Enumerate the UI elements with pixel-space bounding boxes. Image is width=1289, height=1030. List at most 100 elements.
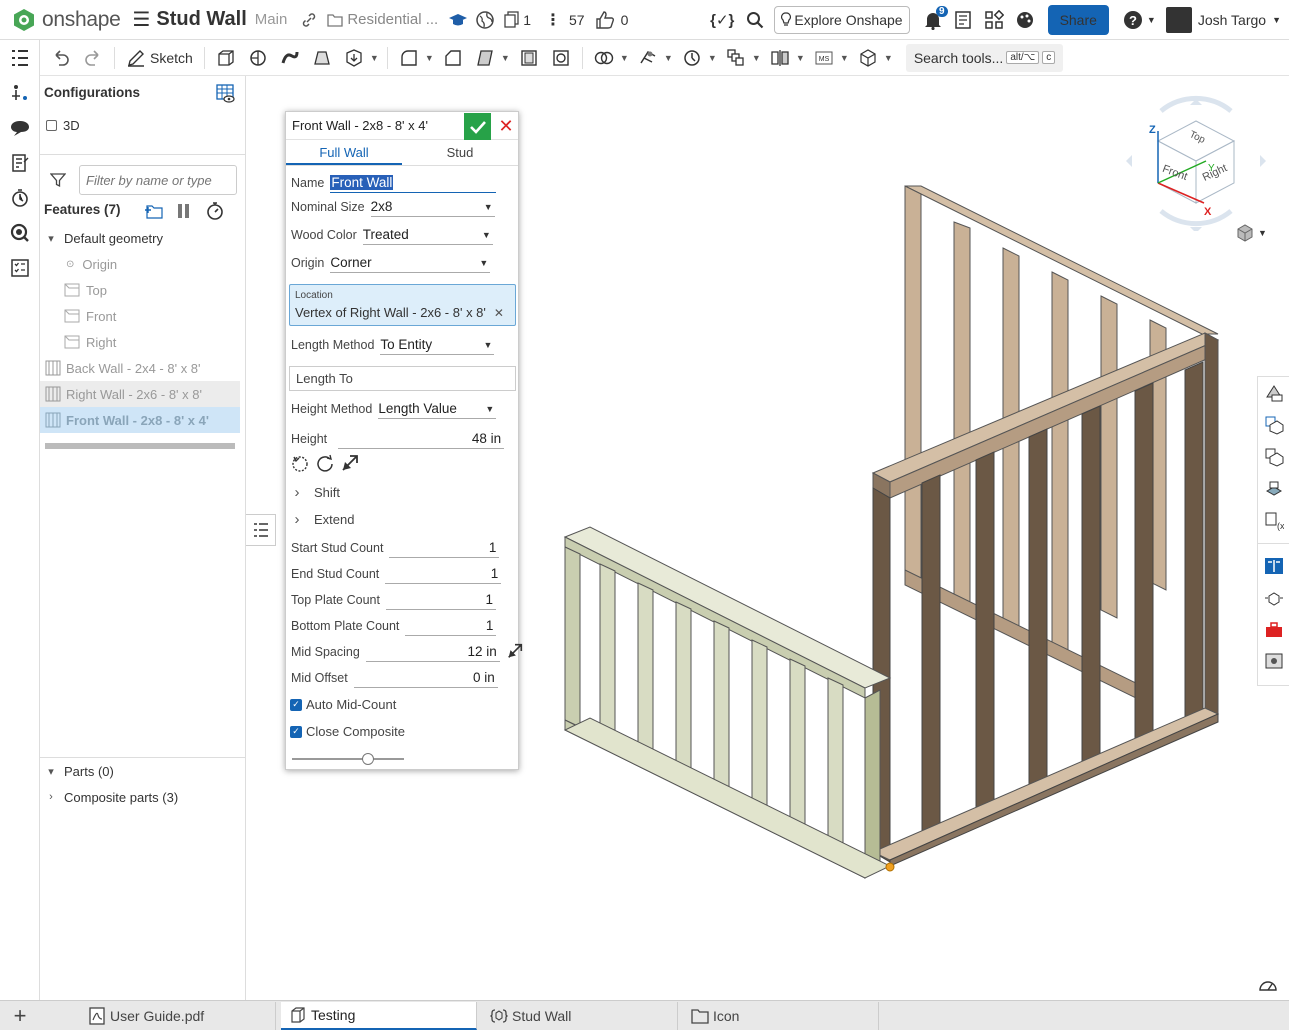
plane-top-item[interactable]: Top: [64, 277, 245, 303]
history-icon[interactable]: [0, 180, 40, 215]
end-stud-count-input[interactable]: 1: [385, 564, 502, 584]
chevron-down-icon[interactable]: ▼: [425, 53, 434, 63]
versions-button[interactable]: 1: [504, 10, 531, 29]
search-model-icon[interactable]: [0, 215, 40, 250]
redo-icon[interactable]: [82, 47, 104, 69]
variables-icon[interactable]: [0, 75, 40, 110]
app-switcher-icon[interactable]: [984, 9, 1004, 30]
tasks-icon[interactable]: [954, 10, 972, 29]
wood-color-select[interactable]: Treated ▼: [362, 225, 493, 245]
mid-spacing-input[interactable]: 12 in: [365, 642, 500, 662]
notifications-button[interactable]: 9: [924, 5, 948, 30]
chevron-down-icon[interactable]: ▼: [370, 53, 379, 63]
boolean-icon[interactable]: [593, 47, 615, 69]
default-geometry-folder[interactable]: ▾ Default geometry: [40, 225, 245, 251]
origin-select[interactable]: Corner ▼: [330, 253, 491, 273]
tab-user-guide[interactable]: User Guide.pdf: [80, 1001, 276, 1030]
explode-panel-icon[interactable]: [1258, 582, 1289, 614]
transform-icon[interactable]: [681, 47, 703, 69]
feature-back-wall[interactable]: Back Wall - 2x4 - 8' x 8': [40, 355, 240, 381]
remove-selection-icon[interactable]: ✕: [494, 306, 504, 320]
auto-mid-count-checkbox[interactable]: ✓: [290, 698, 302, 711]
comments-icon[interactable]: [0, 110, 40, 145]
shift-section[interactable]: › Shift: [290, 484, 341, 501]
shell-icon[interactable]: [518, 47, 540, 69]
front-wall-model[interactable]: [563, 526, 892, 880]
education-icon[interactable]: [448, 12, 468, 28]
feature-list-icon[interactable]: [0, 40, 40, 75]
onshape-logo[interactable]: onshape: [12, 8, 121, 32]
view-options-button[interactable]: ▼: [1236, 224, 1267, 242]
tab-stud-wall[interactable]: Stud Wall: [482, 1001, 678, 1030]
accept-button[interactable]: [464, 113, 491, 140]
chevron-down-icon[interactable]: ▼: [708, 53, 717, 63]
rollback-bar-icon[interactable]: [177, 203, 191, 222]
close-composite-checkbox[interactable]: ✓: [290, 725, 302, 738]
length-method-select[interactable]: To Entity ▼: [380, 335, 495, 355]
extend-section[interactable]: › Extend: [290, 511, 355, 528]
feature-count-button[interactable]: ⋮ 57: [545, 10, 585, 30]
rollback-bar[interactable]: [45, 443, 235, 449]
plane-right-item[interactable]: Right: [64, 329, 245, 355]
revolve-icon[interactable]: [247, 47, 269, 69]
selected-vertex[interactable]: [885, 862, 895, 872]
configuration-table-icon[interactable]: [216, 84, 236, 107]
mate-connector-icon[interactable]: MS: [813, 47, 835, 69]
globe-icon[interactable]: [476, 10, 494, 29]
parts-folder[interactable]: ▾ Parts (0): [40, 758, 245, 784]
fillet-icon[interactable]: [398, 47, 420, 69]
chevron-down-icon[interactable]: ▼: [752, 53, 761, 63]
name-input[interactable]: Front Wall: [330, 173, 497, 193]
app-store-icon[interactable]: {✓}: [710, 11, 734, 29]
render-studio-icon[interactable]: [1258, 646, 1289, 678]
help-button[interactable]: ? ▼: [1123, 10, 1156, 30]
top-plate-count-input[interactable]: 1: [385, 590, 496, 610]
rotate-left-icon[interactable]: [290, 453, 310, 476]
thicken-icon[interactable]: [343, 47, 365, 69]
view-cube[interactable]: Z X Y Top Front Right: [1126, 91, 1266, 233]
like-button[interactable]: 0: [595, 10, 628, 29]
undo-icon[interactable]: [50, 47, 72, 69]
start-stud-count-input[interactable]: 1: [389, 538, 500, 558]
appearance-panel-icon[interactable]: [1258, 377, 1289, 409]
notes-icon[interactable]: [0, 145, 40, 180]
link-icon[interactable]: [301, 12, 317, 28]
chevron-down-icon[interactable]: ▼: [840, 53, 849, 63]
slider[interactable]: [292, 753, 404, 765]
plane-tool-icon[interactable]: [857, 47, 879, 69]
mirror-icon[interactable]: [769, 47, 791, 69]
sweep-icon[interactable]: [279, 47, 301, 69]
measure-panel-icon[interactable]: [1258, 473, 1289, 505]
search-icon[interactable]: [746, 11, 764, 29]
bottom-plate-count-input[interactable]: 1: [405, 616, 497, 636]
extrude-icon[interactable]: [215, 47, 237, 69]
checklist-icon[interactable]: [0, 250, 40, 285]
add-tab-button[interactable]: +: [0, 1002, 40, 1030]
palette-icon[interactable]: [1016, 11, 1034, 29]
composite-parts-folder[interactable]: › Composite parts (3): [40, 784, 245, 810]
variable-table-icon[interactable]: (x): [1258, 505, 1289, 537]
rotate-right-icon[interactable]: [315, 453, 335, 476]
split-icon[interactable]: [637, 47, 659, 69]
plane-front-item[interactable]: Front: [64, 303, 245, 329]
tab-stud[interactable]: Stud: [402, 140, 518, 165]
feature-right-wall[interactable]: Right Wall - 2x6 - 8' x 8': [40, 381, 240, 407]
configurations-header[interactable]: Configurations: [40, 76, 245, 108]
feature-list-toggle[interactable]: [246, 514, 276, 546]
tab-testing[interactable]: Testing: [281, 1001, 477, 1030]
loft-icon[interactable]: [311, 47, 333, 69]
menu-icon[interactable]: ☰: [132, 7, 150, 32]
explore-onshape-button[interactable]: Explore Onshape: [774, 5, 910, 34]
chamfer-icon[interactable]: [442, 47, 464, 69]
search-tools-button[interactable]: Search tools... alt/⌥ c: [905, 43, 1064, 72]
add-folder-icon[interactable]: [144, 203, 164, 222]
feature-front-wall[interactable]: Front Wall - 2x8 - 8' x 4': [40, 407, 240, 433]
stopwatch-icon[interactable]: [206, 202, 224, 223]
height-input[interactable]: 48 in: [338, 429, 505, 449]
length-to-selection[interactable]: Length To: [289, 366, 516, 391]
chevron-down-icon[interactable]: ▼: [664, 53, 673, 63]
auto-mid-count-option[interactable]: ✓ Auto Mid-Count: [290, 697, 396, 712]
share-button[interactable]: Share: [1047, 4, 1109, 35]
chevron-down-icon[interactable]: ▼: [796, 53, 805, 63]
config-3d-checkbox[interactable]: [46, 120, 57, 131]
